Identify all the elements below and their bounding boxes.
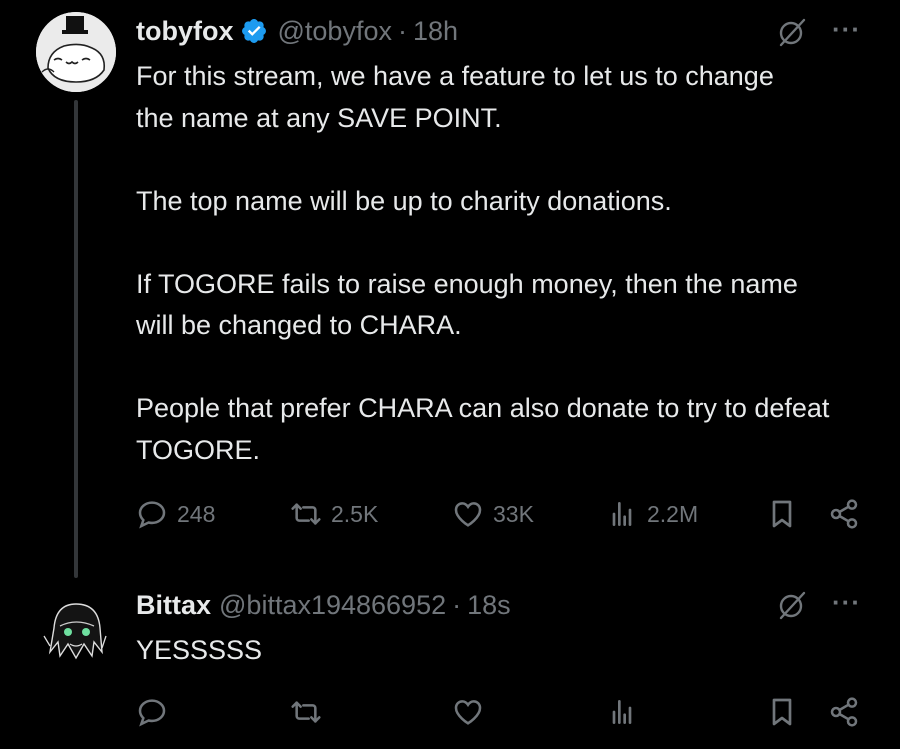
share-button[interactable] (828, 696, 860, 728)
separator-dot: · (397, 15, 407, 46)
like-icon (454, 700, 482, 725)
dog-avatar-icon (36, 12, 116, 92)
bookmark-button[interactable] (766, 498, 798, 530)
tweet-paragraph: The top name will be up to charity donat… (136, 185, 672, 216)
display-name[interactable]: Bittax (136, 590, 211, 621)
character-avatar-icon (36, 592, 116, 672)
like-icon (454, 502, 482, 527)
tweet-paragraph: YESSSSS (136, 635, 263, 665)
tweet-tobyfox[interactable]: tobyfox @tobyfox · 18h ··· For this stre… (0, 0, 900, 580)
share-icon (830, 697, 858, 727)
share-icon (830, 499, 858, 529)
views-button[interactable]: 2.2M (606, 498, 698, 530)
grok-icon[interactable] (777, 590, 807, 620)
tweet-text: For this stream, we have a feature to le… (136, 56, 876, 471)
reply-icon (138, 501, 166, 529)
bookmark-icon (772, 698, 792, 726)
reply-button[interactable]: 248 (136, 498, 215, 530)
tweet-bittax[interactable]: Bittax @bittax194866952 · 18s ··· YESSSS… (0, 580, 900, 749)
grok-icon[interactable] (777, 17, 807, 47)
handle[interactable]: @bittax194866952 (219, 590, 446, 621)
repost-button[interactable]: 2.5K (290, 498, 378, 530)
tweet-paragraph: For this stream, we have a feature to le… (136, 61, 774, 133)
tweet-actions: 248 2.5K 33K 2.2M (0, 498, 900, 538)
tweet-text: YESSSSS (136, 630, 876, 672)
tweet-header: Bittax @bittax194866952 · 18s (136, 588, 511, 622)
views-icon (612, 502, 632, 526)
tweet-header: tobyfox @tobyfox · 18h (136, 14, 458, 48)
reply-count: 248 (177, 500, 216, 527)
avatar-tobyfox[interactable] (36, 12, 116, 92)
views-count: 2.2M (647, 500, 699, 527)
reply-button[interactable] (136, 696, 168, 728)
separator-dot: · (452, 589, 462, 620)
timestamp[interactable]: 18s (467, 590, 511, 621)
tweet-paragraph: People that prefer CHARA can also donate… (136, 393, 830, 465)
views-button[interactable] (606, 696, 638, 728)
bookmark-icon (772, 500, 792, 528)
repost-count: 2.5K (331, 500, 379, 527)
timestamp[interactable]: 18h (413, 16, 458, 47)
bookmark-button[interactable] (766, 696, 798, 728)
repost-button[interactable] (290, 696, 322, 728)
avatar-bittax[interactable] (36, 592, 116, 672)
like-button[interactable] (452, 696, 484, 728)
more-icon[interactable]: ··· (832, 587, 861, 618)
like-button[interactable]: 33K (452, 498, 534, 530)
views-icon (612, 700, 632, 724)
share-button[interactable] (828, 498, 860, 530)
repost-icon (291, 701, 321, 723)
reply-icon (138, 699, 166, 727)
tweet-actions (0, 696, 900, 736)
display-name[interactable]: tobyfox (136, 16, 234, 47)
tweet-paragraph: If TOGORE fails to raise enough money, t… (136, 268, 798, 341)
verified-badge-icon[interactable] (240, 17, 268, 45)
repost-icon (291, 503, 321, 525)
like-count: 33K (493, 500, 534, 527)
more-icon[interactable]: ··· (832, 14, 861, 45)
handle[interactable]: @tobyfox (278, 16, 392, 47)
